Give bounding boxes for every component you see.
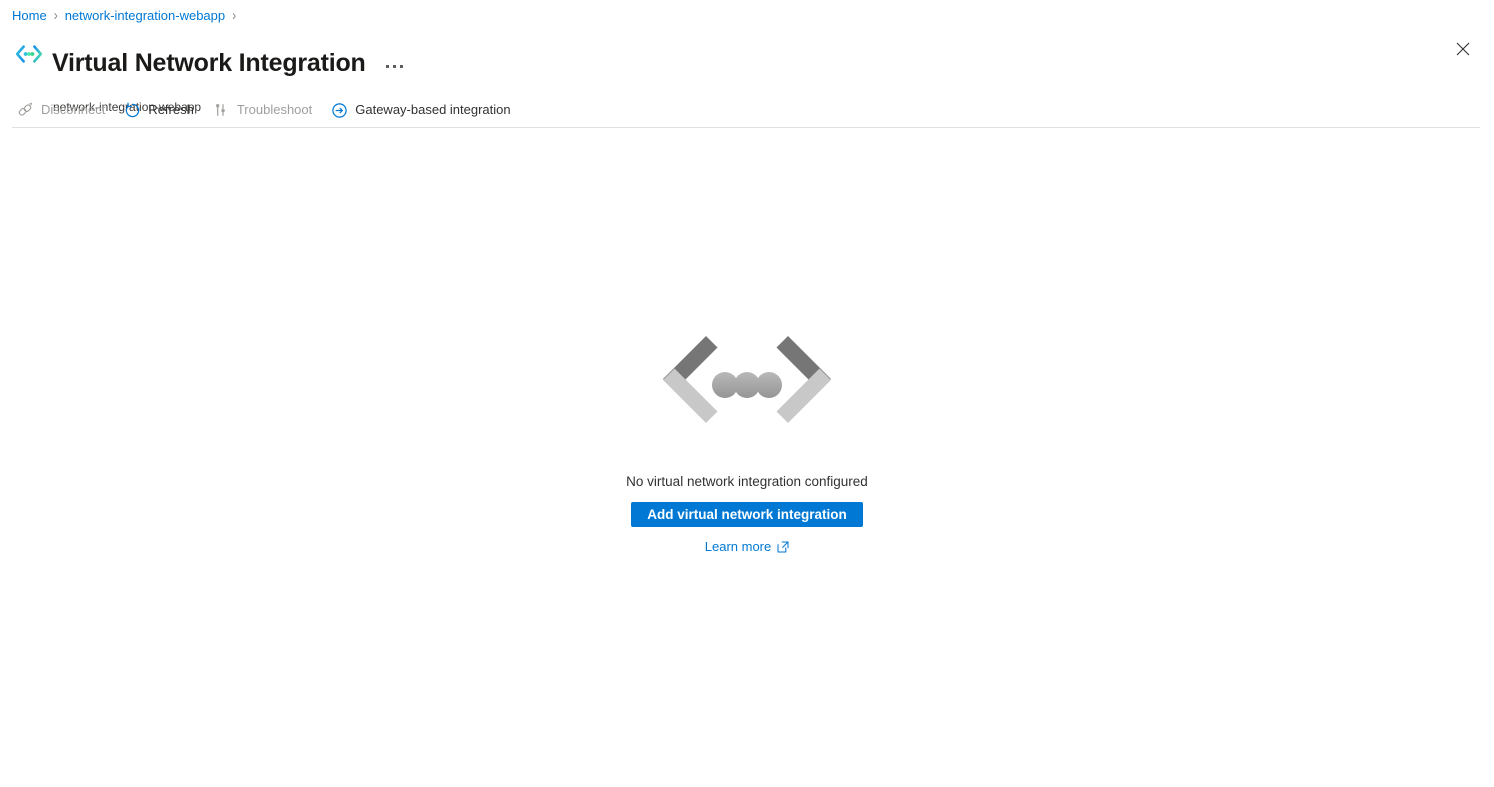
empty-state-message: No virtual network integration configure…	[626, 474, 868, 489]
ellipsis-icon	[386, 64, 404, 68]
troubleshoot-icon	[212, 101, 230, 119]
breadcrumb-item-webapp[interactable]: network-integration-webapp	[65, 8, 225, 23]
refresh-icon	[123, 101, 141, 119]
command-bar-divider	[12, 127, 1480, 128]
more-options-button[interactable]	[384, 55, 406, 77]
command-refresh[interactable]: Refresh	[119, 97, 202, 123]
command-bar: Disconnect Refresh Troubleshoot Gateway-…	[12, 97, 525, 123]
close-icon	[1456, 42, 1470, 56]
code-brackets-icon	[12, 37, 46, 71]
close-button[interactable]	[1447, 33, 1479, 65]
command-troubleshoot[interactable]: Troubleshoot	[208, 97, 320, 123]
empty-state: No virtual network integration configure…	[0, 330, 1494, 554]
breadcrumb-item-home[interactable]: Home	[12, 8, 47, 23]
breadcrumb-separator-trailing: ›	[232, 6, 237, 24]
learn-more-link[interactable]: Learn more	[705, 539, 789, 554]
breadcrumb: Home › network-integration-webapp ›	[12, 6, 243, 24]
command-refresh-label: Refresh	[148, 102, 194, 117]
add-virtual-network-integration-button[interactable]: Add virtual network integration	[631, 502, 863, 527]
code-brackets-dots-illustration	[657, 330, 837, 452]
learn-more-label: Learn more	[704, 539, 772, 554]
command-disconnect[interactable]: Disconnect	[12, 97, 113, 123]
command-gateway-based-integration[interactable]: Gateway-based integration	[326, 97, 518, 123]
external-link-icon	[777, 540, 789, 553]
breadcrumb-separator: ›	[53, 6, 58, 24]
page-title: Virtual Network Integration	[52, 48, 366, 77]
command-disconnect-label: Disconnect	[41, 102, 106, 117]
command-troubleshoot-label: Troubleshoot	[236, 102, 313, 117]
arrow-right-circle-icon	[330, 101, 348, 119]
disconnect-icon	[16, 101, 34, 119]
command-gateway-label: Gateway-based integration	[355, 102, 511, 117]
page-title-line: Virtual Network Integration	[52, 31, 406, 96]
